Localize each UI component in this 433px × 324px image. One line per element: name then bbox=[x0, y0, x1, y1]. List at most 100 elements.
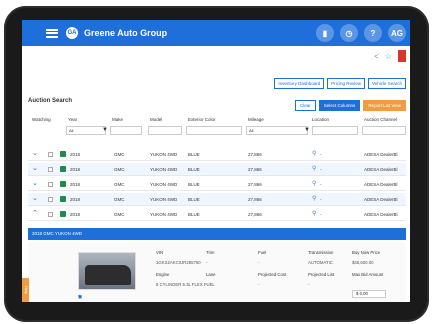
cell-model: YUKON 4WD bbox=[150, 197, 178, 202]
col-location[interactable]: Location bbox=[312, 117, 329, 122]
vin-value: 1GKS2AKC0JR285760 bbox=[156, 260, 201, 265]
chevron-down-icon[interactable]: ⌄ bbox=[32, 194, 38, 202]
table-row[interactable]: ⌄ 2018 GMC YUKON 4WD BLUE 27,866 ⚲ - ADE… bbox=[28, 148, 406, 161]
clock-icon[interactable]: ◷ bbox=[340, 24, 358, 42]
channel-filter[interactable] bbox=[362, 126, 406, 135]
help-icon[interactable]: ? bbox=[364, 24, 382, 42]
filter-icon[interactable]: ▼ bbox=[304, 127, 310, 133]
cell-color: BLUE bbox=[188, 212, 200, 217]
cell-make: GMC bbox=[114, 212, 125, 217]
pricing-review-button[interactable]: Pricing Review bbox=[327, 78, 365, 89]
close-tab-icon[interactable] bbox=[398, 50, 406, 62]
star-icon[interactable]: ☆ bbox=[385, 52, 392, 61]
col-mileage[interactable]: Mileage bbox=[248, 117, 264, 122]
cell-location: - bbox=[320, 212, 322, 217]
tablet-frame: GA Greene Auto Group ▮ ◷ ? AG < ☆ Invent… bbox=[4, 6, 429, 322]
cell-channel: ADESA DealerBl bbox=[364, 212, 398, 217]
transmission-label: Transmission bbox=[308, 250, 334, 255]
engine-label: Engine bbox=[156, 272, 170, 277]
section-title: Auction Search bbox=[28, 98, 73, 104]
col-year[interactable]: Year bbox=[68, 117, 77, 122]
help-side-tab[interactable]: Help bbox=[22, 278, 29, 302]
cell-year: 2018 bbox=[70, 212, 81, 217]
max-bid-input[interactable]: $ 0.00 bbox=[352, 290, 386, 298]
inventory-dashboard-button[interactable]: Inventory Dashboard bbox=[274, 78, 325, 89]
max-bid-label: Max Bid Amount bbox=[352, 272, 384, 277]
lane-label: Lane bbox=[206, 272, 216, 277]
table-row[interactable]: ⌃ 2018 GMC YUKON 4WD BLUE 27,866 ⚲ - ADE… bbox=[28, 208, 406, 221]
car-icon bbox=[60, 196, 66, 202]
cell-year: 2018 bbox=[70, 197, 81, 202]
chevron-down-icon[interactable]: ⌄ bbox=[32, 164, 38, 172]
location-pin-icon: ⚲ bbox=[312, 196, 317, 202]
cell-mileage: 27,866 bbox=[248, 152, 262, 157]
cell-mileage: 27,866 bbox=[248, 212, 262, 217]
chevron-down-icon[interactable]: ⌄ bbox=[32, 179, 38, 187]
vehicle-photo[interactable] bbox=[78, 252, 136, 290]
table-row[interactable]: ⌄ 2018 GMC YUKON 4WD BLUE 27,866 ⚲ - ADE… bbox=[28, 178, 406, 191]
vehicle-search-button[interactable]: Vehicle Search bbox=[367, 78, 406, 89]
location-filter[interactable] bbox=[312, 126, 358, 135]
col-auction-channel[interactable]: Auction Channel bbox=[364, 117, 397, 122]
col-make[interactable]: Make bbox=[112, 117, 123, 122]
chevron-down-icon[interactable]: ⌄ bbox=[32, 149, 38, 157]
watch-checkbox[interactable] bbox=[48, 197, 53, 202]
watch-checkbox[interactable] bbox=[48, 182, 53, 187]
mileage-filter[interactable]: All bbox=[246, 126, 308, 135]
filter-icon[interactable]: ▼ bbox=[102, 127, 108, 133]
chevron-up-icon[interactable]: ⌃ bbox=[32, 209, 38, 217]
cell-color: BLUE bbox=[188, 182, 200, 187]
user-avatar[interactable]: AG bbox=[388, 24, 406, 42]
filter-row: All ▼ All ▼ bbox=[28, 126, 406, 136]
table-row[interactable]: ⌄ 2018 GMC YUKON 4WD BLUE 27,866 ⚲ - ADE… bbox=[28, 163, 406, 176]
col-model[interactable]: Model bbox=[150, 117, 162, 122]
col-exterior-color[interactable]: Exterior Color bbox=[188, 117, 216, 122]
car-icon bbox=[60, 166, 66, 172]
select-columns-button[interactable]: Select Columns bbox=[318, 100, 361, 111]
table-row[interactable]: ⌄ 2018 GMC YUKON 4WD BLUE 27,866 ⚲ - ADE… bbox=[28, 193, 406, 206]
year-filter[interactable]: All bbox=[66, 126, 106, 135]
selected-vehicle-bar: 2018 GMC YUKON 4WD bbox=[28, 228, 406, 240]
buy-now-value: $48,600.00 bbox=[352, 260, 374, 265]
watch-checkbox[interactable] bbox=[48, 152, 53, 157]
vin-label: VIN bbox=[156, 250, 164, 255]
trim-label: Trim bbox=[206, 250, 215, 255]
col-watching[interactable]: Watching bbox=[32, 117, 51, 122]
buy-now-label: Buy Now Price bbox=[352, 250, 381, 255]
make-filter[interactable] bbox=[110, 126, 142, 135]
report-list-view-button[interactable]: Report List View bbox=[363, 100, 406, 111]
watch-checkbox[interactable] bbox=[48, 167, 53, 172]
trim-value: - bbox=[206, 260, 208, 265]
cell-location: - bbox=[320, 182, 322, 187]
car-icon bbox=[60, 181, 66, 187]
cell-location: - bbox=[320, 167, 322, 172]
color-filter[interactable] bbox=[186, 126, 242, 135]
cell-color: BLUE bbox=[188, 197, 200, 202]
car-icon bbox=[60, 211, 66, 217]
model-filter[interactable] bbox=[148, 126, 182, 135]
app-title: Greene Auto Group bbox=[84, 28, 168, 38]
hamburger-menu-icon[interactable] bbox=[46, 28, 58, 38]
cell-location: - bbox=[320, 197, 322, 202]
cell-make: GMC bbox=[114, 197, 125, 202]
share-icon[interactable]: < bbox=[374, 52, 379, 61]
vehicle-detail-panel: VIN 1GKS2AKC0JR285760 Trim - Fuel - Tran… bbox=[28, 242, 406, 302]
app-logo: GA bbox=[66, 27, 78, 39]
projected-cost-label: Projected Cost bbox=[258, 272, 287, 277]
location-pin-icon: ⚲ bbox=[312, 151, 317, 157]
cart-icon[interactable]: ▮ bbox=[316, 24, 334, 42]
projected-list-label: Projected List bbox=[308, 272, 335, 277]
cell-make: GMC bbox=[114, 182, 125, 187]
cell-model: YUKON 4WD bbox=[150, 212, 178, 217]
cell-channel: ADESA DealerBl bbox=[364, 182, 398, 187]
clear-button[interactable]: Clear bbox=[295, 100, 316, 111]
cell-year: 2018 bbox=[70, 152, 81, 157]
cell-mileage: 27,866 bbox=[248, 182, 262, 187]
location-pin-icon: ⚲ bbox=[312, 181, 317, 187]
top-bar: GA Greene Auto Group ▮ ◷ ? AG bbox=[22, 20, 410, 46]
cell-channel: ADESA DealerBl bbox=[364, 152, 398, 157]
cell-make: GMC bbox=[114, 152, 125, 157]
watch-checkbox[interactable] bbox=[48, 212, 53, 217]
refresh-icon[interactable]: ↻ bbox=[78, 294, 82, 300]
cell-model: YUKON 4WD bbox=[150, 152, 178, 157]
